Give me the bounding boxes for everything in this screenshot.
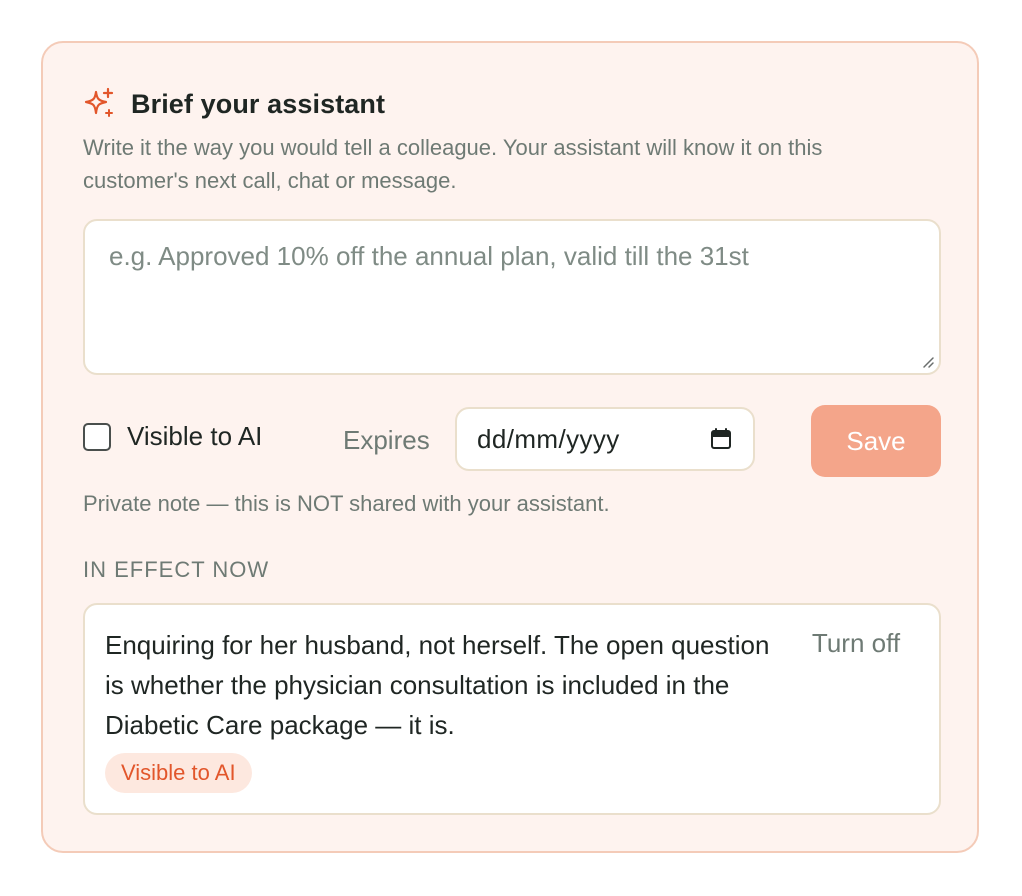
card-header: Brief your assistant bbox=[83, 87, 385, 121]
expires-date-input[interactable]: dd/mm/yyyy bbox=[455, 407, 755, 471]
card-title: Brief your assistant bbox=[131, 88, 386, 119]
in-effect-heading: IN EFFECT NOW bbox=[83, 557, 270, 582]
brief-input-wrapper bbox=[83, 219, 941, 375]
brief-input[interactable] bbox=[85, 221, 939, 373]
brief-assistant-card: Brief your assistant Write it the way yo… bbox=[41, 41, 979, 853]
resize-grip-icon[interactable] bbox=[919, 353, 935, 369]
calendar-icon[interactable] bbox=[709, 427, 733, 451]
card-subtitle: Write it the way you would tell a collea… bbox=[83, 135, 823, 193]
expires-label: Expires bbox=[343, 425, 430, 455]
sparkle-icon bbox=[84, 87, 114, 117]
turn-off-button[interactable]: Turn off bbox=[811, 623, 901, 663]
visible-to-ai-label: Visible to AI bbox=[127, 421, 263, 451]
active-note-card: Enquiring for her husband, not herself. … bbox=[83, 603, 941, 815]
visible-to-ai-toggle[interactable]: Visible to AI bbox=[83, 421, 262, 452]
visible-to-ai-checkbox[interactable] bbox=[83, 422, 111, 451]
save-button[interactable]: Save bbox=[811, 405, 941, 477]
visible-to-ai-badge: Visible to AI bbox=[105, 753, 252, 793]
brief-controls: Visible to AI Expires dd/mm/yyyy Save bbox=[83, 405, 941, 477]
date-value: dd/mm/yyyy bbox=[477, 423, 620, 454]
active-note-text: Enquiring for her husband, not herself. … bbox=[105, 630, 770, 740]
private-note-hint: Private note — this is NOT shared with y… bbox=[83, 491, 610, 516]
